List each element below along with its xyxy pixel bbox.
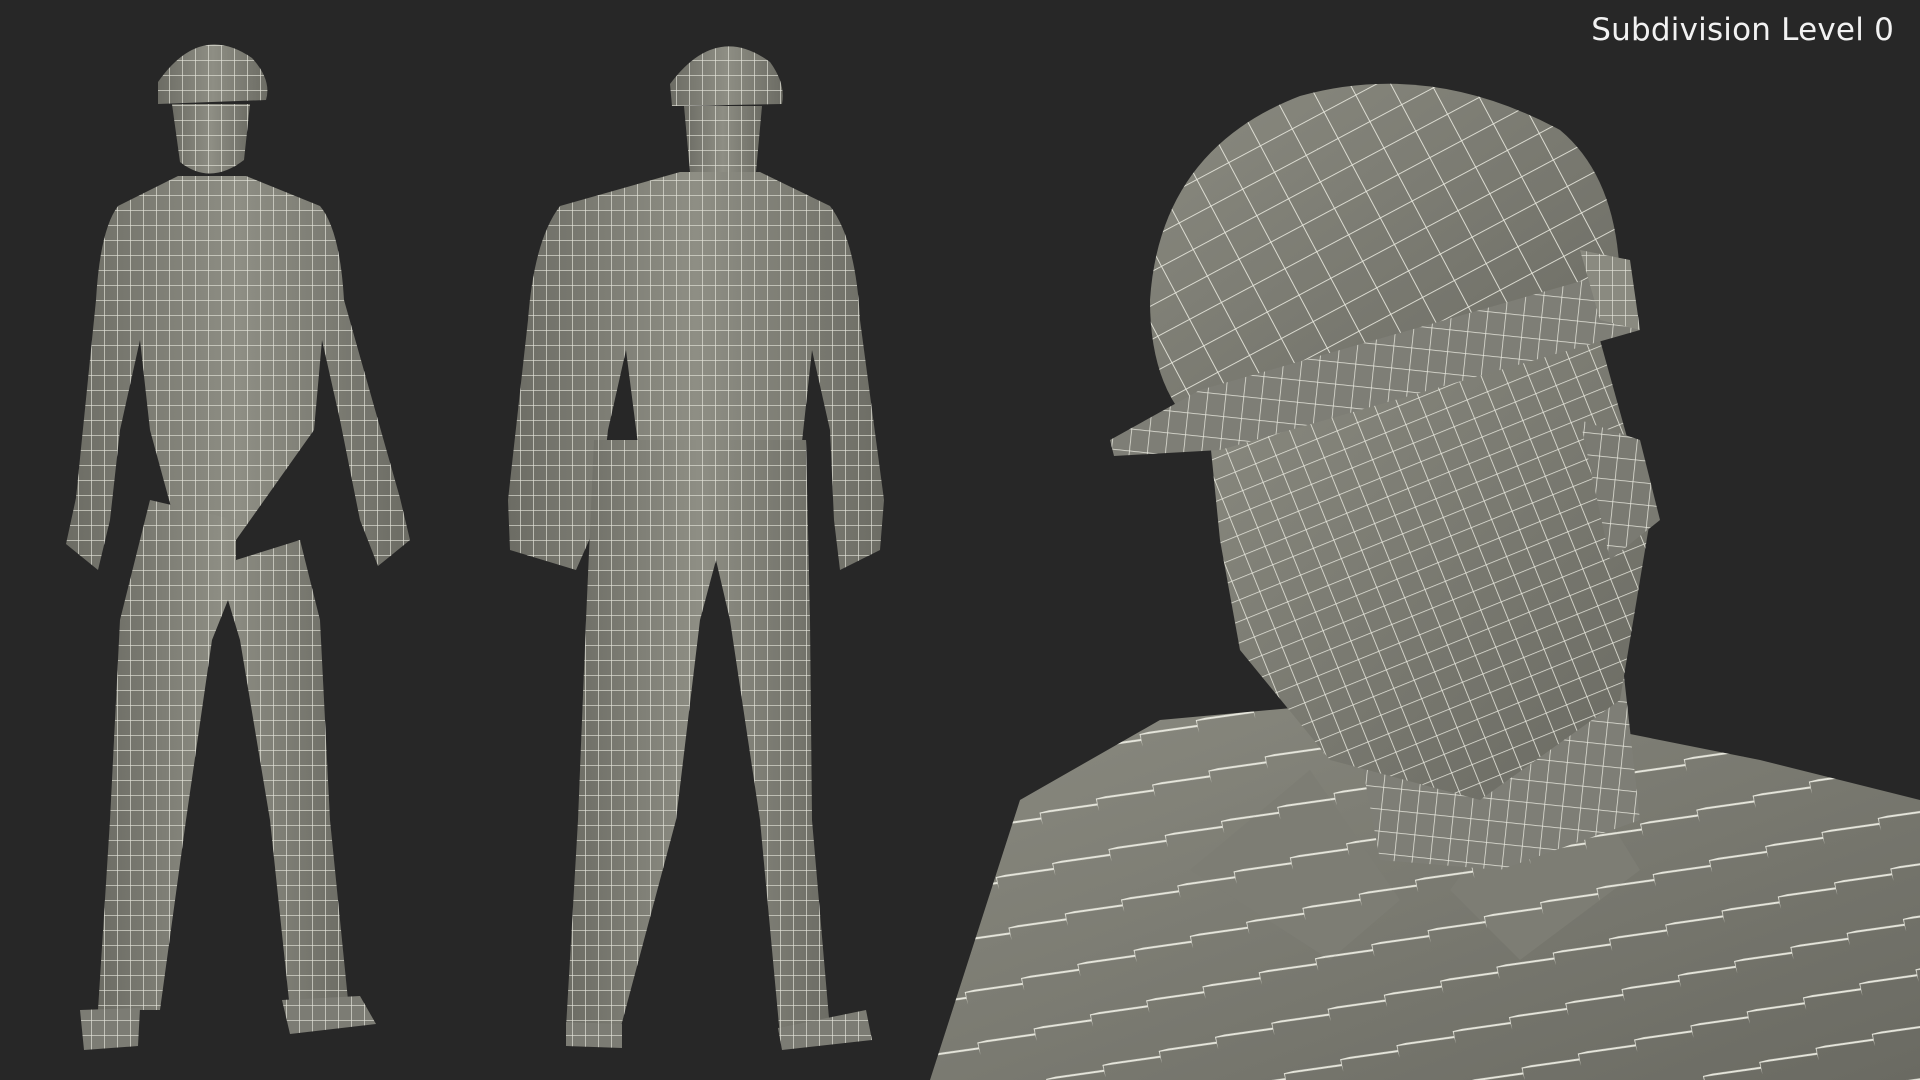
front-view-figure [66, 44, 410, 1050]
render-viewport: Subdivision Level 0 [0, 0, 1920, 1080]
wireframe-render [66, 44, 1920, 1080]
back-view-figure [508, 46, 884, 1050]
subdivision-level-label: Subdivision Level 0 [1591, 12, 1894, 48]
head-closeup-figure [930, 83, 1920, 1080]
